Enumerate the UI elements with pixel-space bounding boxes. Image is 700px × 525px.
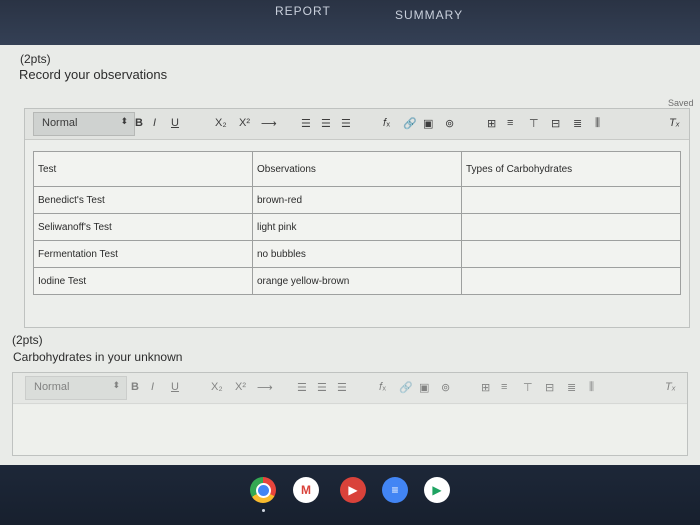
embed-icon[interactable]: ⊚ <box>441 381 450 394</box>
table-merge-icon[interactable]: ⊟ <box>545 381 554 394</box>
unordered-list-button[interactable]: ☰ <box>317 381 327 394</box>
editor-toolbar: Normal ⬍ B I U X₂ X² ⟶ ☰ ☰ ☰ 𝑓ₓ 🔗 ▣ ⊚ ⊞ … <box>13 373 687 404</box>
question-1-prompt: Record your observations <box>19 67 168 82</box>
clear-format-button[interactable]: Tₓ <box>669 117 680 129</box>
cell-carbohydrate-type[interactable] <box>461 186 681 214</box>
align-button[interactable]: ☰ <box>337 381 347 394</box>
header-test[interactable]: Test <box>33 151 253 187</box>
table-row: Seliwanoff's Test light pink <box>33 213 681 241</box>
paragraph-style-select[interactable]: Normal ⬍ <box>33 112 135 136</box>
cell-observation[interactable]: light pink <box>252 213 462 241</box>
cell-observation[interactable]: no bubbles <box>252 240 462 268</box>
question-1-points: (2pts) <box>20 52 51 66</box>
question-2-prompt: Carbohydrates in your unknown <box>13 350 183 364</box>
table-rows-icon[interactable]: ≣ <box>573 117 582 130</box>
tab-summary[interactable]: SUMMARY <box>395 8 463 22</box>
paragraph-style-select[interactable]: Normal ⬍ <box>25 376 127 400</box>
chevron-updown-icon: ⬍ <box>112 380 120 390</box>
table-icon[interactable]: ⊞ <box>481 381 490 394</box>
special-char-button[interactable]: ⟶ <box>257 381 273 394</box>
table-ops-icon[interactable]: ≡ <box>507 117 513 129</box>
editor-toolbar: Normal ⬍ B I U X₂ X² ⟶ ☰ ☰ ☰ 𝑓ₓ 🔗 ▣ ⊚ ⊞ … <box>25 109 689 140</box>
cell-observation[interactable]: orange yellow-brown <box>252 267 462 295</box>
editor-body[interactable] <box>13 405 687 455</box>
table-col-icon[interactable]: ⊤ <box>529 117 539 130</box>
paragraph-style-value: Normal <box>42 117 78 129</box>
superscript-button[interactable]: X² <box>239 117 250 129</box>
superscript-button[interactable]: X² <box>235 381 246 393</box>
unordered-list-button[interactable]: ☰ <box>321 117 331 130</box>
header-types-of-carbohydrates[interactable]: Types of Carbohydrates <box>461 151 681 187</box>
os-shelf: M ▶ ≡ ▶ <box>0 465 700 525</box>
ordered-list-button[interactable]: ☰ <box>297 381 307 394</box>
top-nav-bar: REPORT SUMMARY <box>0 0 700 45</box>
subscript-button[interactable]: X₂ <box>215 117 227 129</box>
clear-format-button[interactable]: Tₓ <box>665 381 676 393</box>
align-button[interactable]: ☰ <box>341 117 351 130</box>
table-ops-icon[interactable]: ≡ <box>501 381 507 393</box>
underline-button[interactable]: U <box>171 381 179 393</box>
table-row: Fermentation Test no bubbles <box>33 240 681 268</box>
special-char-button[interactable]: ⟶ <box>261 117 277 130</box>
cell-test[interactable]: Benedict's Test <box>33 186 253 214</box>
cell-carbohydrate-type[interactable] <box>461 267 681 295</box>
gmail-icon[interactable]: M <box>293 477 319 503</box>
cell-observation[interactable]: brown-red <box>252 186 462 214</box>
link-icon[interactable]: 🔗 <box>399 381 413 394</box>
image-icon[interactable]: ▣ <box>423 117 433 130</box>
subscript-button[interactable]: X₂ <box>211 381 223 393</box>
cell-test[interactable]: Fermentation Test <box>33 240 253 268</box>
table-rows-icon[interactable]: ≣ <box>567 381 576 394</box>
table-cols-icon[interactable]: ⫼ <box>589 381 594 394</box>
chrome-icon[interactable] <box>250 477 276 503</box>
italic-button[interactable]: I <box>153 117 156 129</box>
observations-table: Test Observations Types of Carbohydrates… <box>33 151 681 295</box>
docs-icon[interactable]: ≡ <box>382 477 408 503</box>
formula-button[interactable]: 𝑓ₓ <box>383 117 390 130</box>
chevron-updown-icon: ⬍ <box>120 116 128 126</box>
cell-carbohydrate-type[interactable] <box>461 213 681 241</box>
cell-carbohydrate-type[interactable] <box>461 240 681 268</box>
answer-editor-2[interactable]: Normal ⬍ B I U X₂ X² ⟶ ☰ ☰ ☰ 𝑓ₓ 🔗 ▣ ⊚ ⊞ … <box>12 372 688 456</box>
formula-button[interactable]: 𝑓ₓ <box>379 381 386 394</box>
image-icon[interactable]: ▣ <box>419 381 429 394</box>
table-row: Benedict's Test brown-red <box>33 186 681 214</box>
cell-test[interactable]: Iodine Test <box>33 267 253 295</box>
table-cols-icon[interactable]: ⫼ <box>595 117 600 130</box>
italic-button[interactable]: I <box>151 381 154 393</box>
underline-button[interactable]: U <box>171 117 179 129</box>
embed-icon[interactable]: ⊚ <box>445 117 454 130</box>
header-observations[interactable]: Observations <box>252 151 462 187</box>
youtube-icon[interactable]: ▶ <box>340 477 366 503</box>
tab-report[interactable]: REPORT <box>275 4 331 18</box>
table-header-row: Test Observations Types of Carbohydrates <box>33 151 681 187</box>
active-app-indicator <box>262 509 265 512</box>
answer-editor-1[interactable]: Normal ⬍ B I U X₂ X² ⟶ ☰ ☰ ☰ 𝑓ₓ 🔗 ▣ ⊚ ⊞ … <box>24 108 690 328</box>
play-store-icon[interactable]: ▶ <box>424 477 450 503</box>
paragraph-style-value: Normal <box>34 381 70 393</box>
bold-button[interactable]: B <box>131 381 139 393</box>
link-icon[interactable]: 🔗 <box>403 117 417 130</box>
cell-test[interactable]: Seliwanoff's Test <box>33 213 253 241</box>
table-col-icon[interactable]: ⊤ <box>523 381 533 394</box>
question-2-points: (2pts) <box>12 333 43 347</box>
table-icon[interactable]: ⊞ <box>487 117 496 130</box>
bold-button[interactable]: B <box>135 117 143 129</box>
table-row: Iodine Test orange yellow-brown <box>33 267 681 295</box>
ordered-list-button[interactable]: ☰ <box>301 117 311 130</box>
table-merge-icon[interactable]: ⊟ <box>551 117 560 130</box>
save-status: Saved <box>668 98 694 108</box>
